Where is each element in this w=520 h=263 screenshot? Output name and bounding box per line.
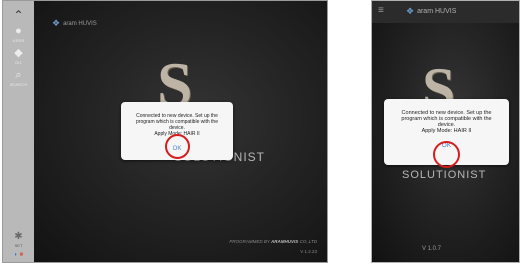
sidebar-item-label: USER xyxy=(12,38,25,43)
dialog-line: Apply Mode: HAIR II xyxy=(421,128,472,134)
header-bar: ≡ ❖ aram HUVIS xyxy=(372,1,519,23)
highlight-ring xyxy=(165,134,190,159)
programmed-suffix: CO.,LTD xyxy=(299,239,317,244)
brand-logo: ❖ aram HUVIS xyxy=(52,18,97,29)
user-icon: ● xyxy=(15,25,22,37)
brand-logo: ❖ aram HUVIS xyxy=(406,6,456,17)
sidebar-item-oil[interactable]: ◆ OIL xyxy=(3,47,34,65)
sidebar-item-label: SEARCH xyxy=(9,82,28,87)
highlight-ring xyxy=(433,141,460,168)
sidebar-bottom: ✱ SET ◗ ■ xyxy=(3,231,34,258)
programmed-company: ARAMHUVIS xyxy=(271,239,299,244)
menu-icon[interactable]: ≡ xyxy=(378,6,384,16)
sidebar-item-user[interactable]: ● USER xyxy=(3,25,34,43)
brand-mark-icon: ❖ xyxy=(52,18,61,28)
sidebar: ⌃ ● USER ◆ OIL ⌕ SEARCH ✱ SET ◗ ■ xyxy=(3,1,34,262)
lock-icon: ■ xyxy=(19,252,24,258)
drop-icon: ◆ xyxy=(14,47,23,59)
status-icons: ◗ ■ xyxy=(14,252,23,258)
phone-screenshot: ≡ ❖ aram HUVIS S SOLUTIONIST Connected t… xyxy=(371,0,520,263)
tablet-screenshot: ⌃ ● USER ◆ OIL ⌕ SEARCH ✱ SET ◗ ■ ❖ aram… xyxy=(2,0,328,263)
sidebar-item-search[interactable]: ⌕ SEARCH xyxy=(3,69,34,87)
search-icon: ⌕ xyxy=(15,69,22,81)
main-content: S SOLUTIONIST Connected to new device. S… xyxy=(372,23,519,262)
version-label: V 1.2.23 xyxy=(300,249,317,254)
version-label: V 1.0.7 xyxy=(422,246,442,252)
programmed-prefix: PROGRAMMED BY xyxy=(229,239,270,244)
brand-name: aram HUVIS xyxy=(63,20,97,27)
brand-name: aram HUVIS xyxy=(417,8,457,15)
chevron-up-icon: ⌃ xyxy=(13,8,24,22)
gear-icon[interactable]: ✱ xyxy=(14,231,22,242)
programmed-by: PROGRAMMED BY ARAMHUVIS CO.,LTD xyxy=(229,239,317,244)
main-content: ❖ aram HUVIS S SOLUTIONIST Connected to … xyxy=(34,1,327,262)
sidebar-item-label: OIL xyxy=(14,60,23,65)
brand-mark-icon: ❖ xyxy=(406,6,415,16)
settings-label: SET xyxy=(14,243,23,248)
wifi-icon: ◗ xyxy=(13,252,18,258)
app-name: SOLUTIONIST xyxy=(402,169,487,181)
sidebar-item-home[interactable]: ⌃ xyxy=(3,9,34,21)
dialog-message: Connected to new device. Set up the prog… xyxy=(384,110,509,134)
